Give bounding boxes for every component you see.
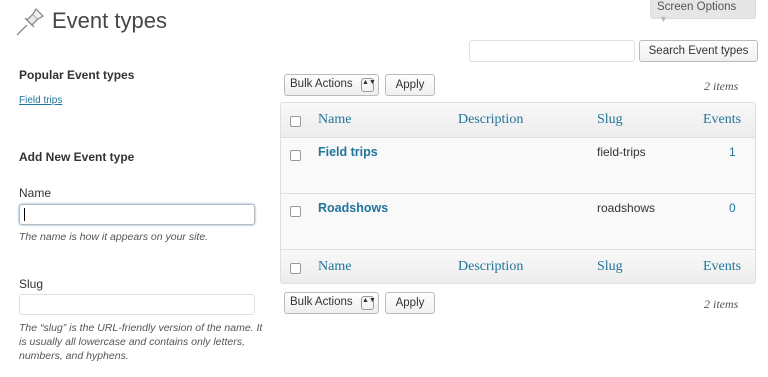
chevron-down-icon: ▼ — [659, 14, 668, 24]
search-input[interactable] — [469, 40, 635, 62]
bulk-actions-select-bottom[interactable]: Bulk Actions ▲▼ — [284, 292, 379, 314]
screen-options-label: Screen Options — [657, 1, 737, 13]
table-header: Name Description Slug Events — [281, 103, 755, 138]
apply-button-top[interactable]: Apply — [385, 74, 435, 96]
row-events-count[interactable]: 0 — [729, 201, 736, 215]
screen-options-button[interactable]: Screen Options ▼ — [650, 0, 756, 24]
row-checkbox[interactable] — [290, 150, 301, 161]
add-new-heading: Add New Event type — [19, 150, 135, 164]
row-slug: field-trips — [597, 145, 646, 159]
bulk-actions-select-top[interactable]: Bulk Actions ▲▼ — [284, 74, 379, 96]
pushpin-icon — [16, 7, 45, 36]
select-arrows-icon: ▲▼ — [361, 78, 376, 92]
column-slug-footer[interactable]: Slug — [597, 259, 623, 275]
slug-field[interactable] — [19, 294, 255, 315]
select-all-checkbox[interactable] — [290, 116, 301, 127]
select-arrows-icon: ▲▼ — [361, 296, 376, 310]
row-events-count[interactable]: 1 — [729, 145, 736, 159]
row-slug: roadshows — [597, 201, 656, 215]
row-name-link[interactable]: Roadshows — [318, 201, 388, 215]
column-slug[interactable]: Slug — [597, 112, 623, 128]
name-field[interactable] — [19, 204, 255, 225]
items-count-top: 2 items — [704, 79, 739, 93]
column-description[interactable]: Description — [458, 112, 523, 128]
name-help-text: The name is how it appears on your site. — [19, 231, 209, 243]
bulk-actions-label: Bulk Actions — [290, 296, 353, 308]
row-name-link[interactable]: Field trips — [318, 145, 378, 159]
text-cursor — [24, 208, 25, 221]
page-title: Event types — [52, 8, 167, 33]
column-events-footer[interactable]: Events — [703, 259, 741, 275]
popular-heading: Popular Event types — [19, 68, 135, 82]
name-label: Name — [19, 186, 52, 200]
column-name[interactable]: Name — [318, 112, 351, 128]
search-button[interactable]: Search Event types — [639, 40, 758, 62]
select-all-checkbox-footer[interactable] — [290, 263, 301, 274]
table-footer: Name Description Slug Events — [281, 249, 755, 283]
column-name-footer[interactable]: Name — [318, 259, 351, 275]
column-events[interactable]: Events — [703, 112, 741, 128]
row-checkbox[interactable] — [290, 206, 301, 217]
column-description-footer[interactable]: Description — [458, 259, 523, 275]
bulk-actions-label: Bulk Actions — [290, 78, 353, 90]
items-count-bottom: 2 items — [704, 297, 739, 311]
apply-button-bottom[interactable]: Apply — [385, 292, 435, 314]
popular-tag-link[interactable]: Field trips — [19, 95, 62, 106]
slug-label: Slug — [19, 277, 44, 291]
table-row: Roadshows roadshows 0 — [281, 194, 755, 250]
table-row: Field trips field-trips 1 — [281, 138, 755, 194]
event-types-table: Name Description Slug Events Field trips… — [280, 102, 756, 284]
slug-help-text: The “slug” is the URL-friendly version o… — [19, 322, 263, 362]
